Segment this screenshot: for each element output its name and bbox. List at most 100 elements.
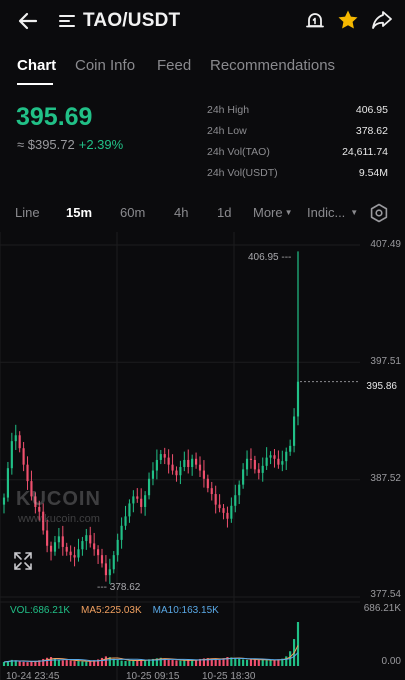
volume-bar — [128, 660, 131, 666]
interval-1d[interactable]: 1d — [217, 205, 231, 220]
candle-body — [120, 525, 123, 540]
interval-4h[interactable]: 4h — [174, 205, 188, 220]
candle-body — [85, 535, 88, 542]
volume-bar — [120, 660, 123, 666]
candle-body — [140, 498, 143, 507]
volume-bar — [179, 660, 182, 666]
candle-body — [261, 465, 264, 473]
candle-body — [128, 503, 131, 517]
volume-bar — [81, 661, 84, 666]
volume-bar — [18, 661, 21, 666]
candle-body — [69, 551, 72, 556]
volume-ma5-line — [3, 645, 299, 663]
volume-bar — [261, 659, 264, 666]
candle-body — [222, 508, 225, 513]
volume-bar — [249, 659, 253, 666]
candle-body — [73, 555, 76, 558]
volume-bar — [175, 660, 178, 666]
tab-coin-info[interactable]: Coin Info — [75, 57, 135, 74]
low-marker-value: 378.62 — [109, 582, 141, 593]
candle-body — [116, 539, 119, 556]
candle-body — [249, 458, 253, 460]
volume-bar — [191, 660, 194, 666]
chart-settings-icon[interactable] — [369, 203, 389, 223]
candle-body — [198, 464, 202, 471]
chart-toolbar: Line 15m 60m 4h 1d More ▼ Indic... ▼ — [0, 200, 405, 226]
caret-down-icon: ▼ — [350, 208, 359, 217]
candle-body — [218, 504, 221, 509]
indicators-label: Indic... — [307, 205, 346, 220]
candle-body — [112, 555, 115, 570]
volume-bar — [57, 659, 60, 666]
volume-bar — [77, 660, 80, 666]
volume-bar — [140, 660, 143, 666]
volume-bar — [285, 656, 288, 666]
volume-bar — [22, 661, 25, 666]
volume-bar — [257, 659, 260, 666]
volume-bar — [89, 661, 92, 666]
y-tick-label: 387.52 — [370, 473, 401, 484]
stat-value: 9.54M — [358, 167, 388, 179]
candle-body — [77, 549, 80, 558]
volume-bar — [234, 658, 237, 666]
price-alert-icon[interactable] — [304, 9, 326, 31]
candle-body — [93, 543, 96, 550]
candle-body — [281, 461, 284, 465]
candle-body — [6, 468, 9, 498]
candle-body — [269, 455, 272, 458]
high-price-marker: 406.95 --- — [248, 252, 292, 263]
x-tick-label: 10-25 18:30 — [202, 671, 256, 680]
more-label: More — [253, 205, 283, 220]
stat-value: 406.95 — [355, 104, 388, 116]
candle-body — [187, 459, 190, 468]
more-intervals-dropdown[interactable]: More ▼ — [253, 205, 293, 220]
indicators-dropdown[interactable]: Indic... ▼ — [307, 205, 358, 220]
volume-bar — [245, 659, 249, 666]
pair-list-icon[interactable] — [59, 13, 75, 29]
volume-bar — [218, 659, 221, 666]
volume-bar — [183, 660, 186, 666]
volume-bar — [85, 661, 88, 666]
favorite-star-icon[interactable] — [336, 8, 360, 32]
candle-body — [65, 546, 68, 552]
interval-60m[interactable]: 60m — [120, 205, 145, 220]
candle-body — [202, 470, 205, 479]
tab-recommendations[interactable]: Recommendations — [210, 57, 335, 74]
candle-body — [97, 549, 100, 556]
candle-body — [89, 535, 92, 544]
candle-body — [147, 478, 151, 496]
stat-label: 24h Low — [207, 125, 247, 137]
candle-body — [10, 441, 13, 469]
candle-body — [49, 545, 53, 552]
candle-body — [81, 541, 84, 550]
fiat-price: ≈ $395.72 +2.39% — [17, 137, 123, 152]
candle-body — [257, 469, 260, 473]
price-change-percent: +2.39% — [78, 137, 124, 152]
tab-chart[interactable]: Chart — [17, 57, 56, 74]
candle-body — [242, 469, 245, 485]
interval-15m[interactable]: 15m — [66, 205, 92, 220]
caret-down-icon: ▼ — [284, 208, 293, 217]
kucoin-watermark: KUCOIN www.kucoin.com — [16, 488, 101, 525]
watermark-logo: KUCOIN — [16, 488, 101, 510]
pair-title[interactable]: TAO/USDT — [83, 10, 180, 32]
stat-row-vol-usdt: 24h Vol(USDT) 9.54M — [207, 165, 388, 186]
x-tick-label: 10-25 09:15 — [126, 671, 180, 680]
fullscreen-expand-icon[interactable] — [13, 551, 33, 571]
interval-line[interactable]: Line — [15, 205, 40, 220]
candle-body — [26, 464, 29, 482]
candle-body — [104, 563, 107, 576]
tab-feed[interactable]: Feed — [157, 57, 191, 74]
back-arrow-icon[interactable] — [16, 9, 40, 33]
candle-body — [163, 454, 166, 458]
x-tick-label: 10-24 23:45 — [6, 671, 60, 680]
stat-row-vol-tao: 24h Vol(TAO) 24,611.74 — [207, 144, 388, 165]
candle-body — [296, 381, 300, 417]
share-icon[interactable] — [370, 9, 394, 33]
top-bar: TAO/USDT — [0, 0, 405, 42]
candle-body — [175, 470, 178, 476]
volume-bar — [65, 660, 68, 666]
market-stats: 24h High 406.95 24h Low 378.62 24h Vol(T… — [207, 102, 388, 186]
candle-body — [179, 467, 182, 476]
stat-row-high: 24h High 406.95 — [207, 102, 388, 123]
